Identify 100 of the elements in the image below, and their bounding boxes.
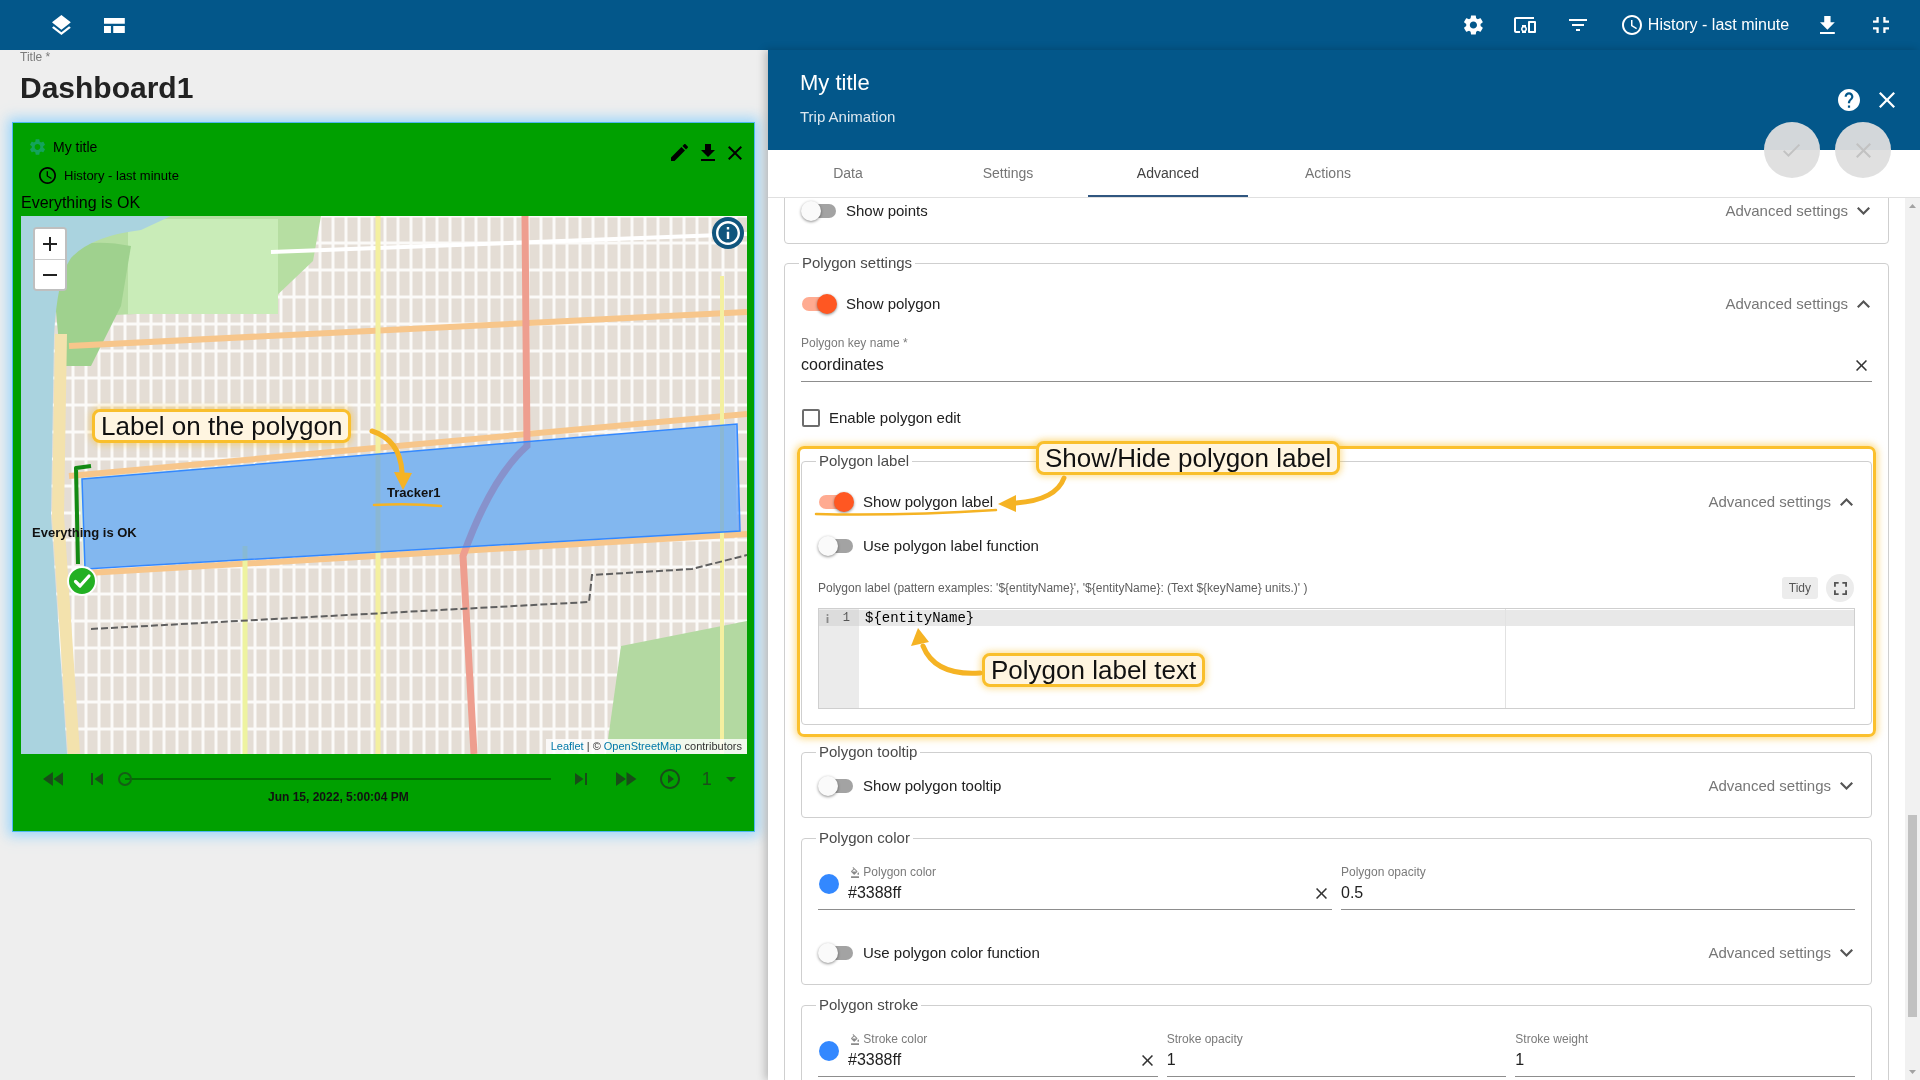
field-label: Title * xyxy=(20,50,52,64)
highlight-underline xyxy=(372,502,443,508)
callout-label: Label on the polygon xyxy=(92,409,352,443)
exit-fullscreen-icon xyxy=(1873,17,1889,33)
attribution-link[interactable]: Leaflet xyxy=(550,740,584,752)
timestamp: Jun 15, 2022, 5:00:04 PM xyxy=(268,790,409,804)
advanced-settings-button[interactable]: Advanced settings xyxy=(1708,943,1855,963)
gear-icon xyxy=(30,139,45,155)
scrollbar[interactable] xyxy=(1905,198,1920,1080)
close-icon xyxy=(1879,92,1895,108)
attribution-link[interactable]: OpenStreetMap xyxy=(603,740,682,752)
text-field[interactable]: Polygon opacity 0.5 xyxy=(1341,864,1855,910)
help-icon xyxy=(1838,89,1860,111)
clock-icon xyxy=(1621,15,1642,35)
paint-bucket-icon xyxy=(851,866,860,878)
help-button[interactable] xyxy=(1835,86,1863,114)
checkbox[interactable] xyxy=(802,409,820,427)
tab[interactable]: Advanced xyxy=(1088,150,1248,197)
rewind-button[interactable] xyxy=(43,769,64,789)
callout-arrow xyxy=(369,428,412,490)
color-swatch-icon[interactable] xyxy=(819,1040,839,1061)
close-icon xyxy=(1855,142,1871,158)
line-number: 1 xyxy=(842,610,850,626)
toggle-label: Show points xyxy=(846,201,928,221)
toggle-switch[interactable] xyxy=(818,492,854,512)
scroll-up-icon xyxy=(1909,204,1916,208)
chevron-up-icon xyxy=(1840,498,1853,506)
callout-label: Show/Hide polygon label xyxy=(1036,441,1341,475)
text-field[interactable]: Stroke opacity 1 xyxy=(1166,1031,1507,1077)
close-icon xyxy=(1316,887,1327,899)
field-label: Polygon color xyxy=(863,864,936,880)
checkbox-label: Enable polygon edit xyxy=(829,408,961,428)
info-marker-icon xyxy=(826,613,829,623)
settings-icon xyxy=(1464,15,1483,35)
download-icon xyxy=(701,144,715,161)
field-label: Polygon key name * xyxy=(801,335,909,351)
plus-icon xyxy=(43,237,57,251)
advanced-settings-button[interactable]: Advanced settings xyxy=(1725,294,1872,314)
panel-title: My title xyxy=(800,70,871,96)
close-icon xyxy=(1856,359,1867,371)
color-field[interactable]: Stroke color #3388ff xyxy=(818,1031,1158,1077)
close-button[interactable] xyxy=(1876,89,1898,111)
download-icon xyxy=(1820,16,1835,34)
toggle-label: Show polygon tooltip xyxy=(863,776,1002,796)
slider-thumb[interactable] xyxy=(118,772,133,786)
tab[interactable]: Actions xyxy=(1248,150,1408,197)
widget-timewindow: History - last minute xyxy=(64,167,179,183)
pencil-icon xyxy=(671,144,688,161)
group-title: Polygon settings xyxy=(801,253,914,273)
toggle-switch[interactable] xyxy=(818,536,854,556)
layout-icon xyxy=(103,17,125,33)
text-field[interactable]: Polygon key name * coordinates xyxy=(801,335,1872,382)
toggle-label: Show polygon label xyxy=(863,492,994,512)
advanced-settings-button[interactable]: Advanced settings xyxy=(1708,776,1855,796)
toggle-switch[interactable] xyxy=(801,201,837,221)
fast-forward-button[interactable] xyxy=(616,769,637,789)
field-label: Polygon opacity xyxy=(1341,864,1427,880)
group-title: Polygon stroke xyxy=(818,995,920,1015)
fullscreen-icon xyxy=(1833,581,1847,595)
toggle-label: Use polygon label function xyxy=(863,536,1039,556)
tab[interactable]: Data xyxy=(768,150,928,197)
callout-arrow xyxy=(998,475,1067,512)
field-label: Stroke weight xyxy=(1515,1031,1590,1047)
status-text: Everything is OK xyxy=(21,193,141,213)
scroll-down-icon xyxy=(1909,1070,1916,1074)
advanced-settings-button[interactable]: Advanced settings xyxy=(1708,492,1855,512)
devices-icon xyxy=(1513,17,1536,33)
fast-forward-icon xyxy=(616,772,637,786)
caret-icon xyxy=(725,776,736,782)
tab[interactable]: Settings xyxy=(928,150,1088,197)
layers-icon xyxy=(52,15,71,35)
timewindow-button[interactable]: History - last minute xyxy=(1610,5,1801,45)
callout-label: Polygon label text xyxy=(982,653,1206,687)
group-title: Polygon color xyxy=(818,828,911,848)
paint-bucket-icon xyxy=(851,1033,860,1045)
toggle-switch[interactable] xyxy=(818,776,854,796)
skip-previous-icon xyxy=(91,773,104,785)
minus-icon xyxy=(43,273,57,276)
field-label: Stroke color xyxy=(863,1031,928,1047)
clock-icon xyxy=(39,166,56,184)
fullscreen-button[interactable] xyxy=(1826,574,1854,602)
toggle-switch[interactable] xyxy=(818,943,854,963)
text-field[interactable]: Stroke weight 1 xyxy=(1515,1031,1855,1077)
title-field[interactable]: Title * Dashboard1 xyxy=(20,50,194,105)
group-title: Polygon tooltip xyxy=(818,742,919,762)
tidy-button[interactable]: Tidy xyxy=(1781,577,1818,599)
color-field[interactable]: Polygon color #3388ff xyxy=(818,864,1332,910)
advanced-settings-button[interactable]: Advanced settings xyxy=(1725,201,1872,221)
play-button[interactable] xyxy=(659,769,680,789)
close-icon xyxy=(1141,1054,1153,1066)
map-attribution: Leaflet | © OpenStreetMap contributors xyxy=(545,739,747,754)
panel-subtitle: Trip Animation xyxy=(800,108,896,126)
toggle-switch[interactable] xyxy=(801,294,837,314)
close-icon xyxy=(728,145,742,160)
zoom-out-button[interactable] xyxy=(35,259,65,289)
rewind-icon xyxy=(43,772,64,786)
scrollbar-thumb[interactable] xyxy=(1908,815,1917,1017)
check-marker-icon[interactable] xyxy=(67,566,97,596)
chevron-down-icon xyxy=(1857,207,1870,215)
color-swatch-icon[interactable] xyxy=(819,873,839,894)
